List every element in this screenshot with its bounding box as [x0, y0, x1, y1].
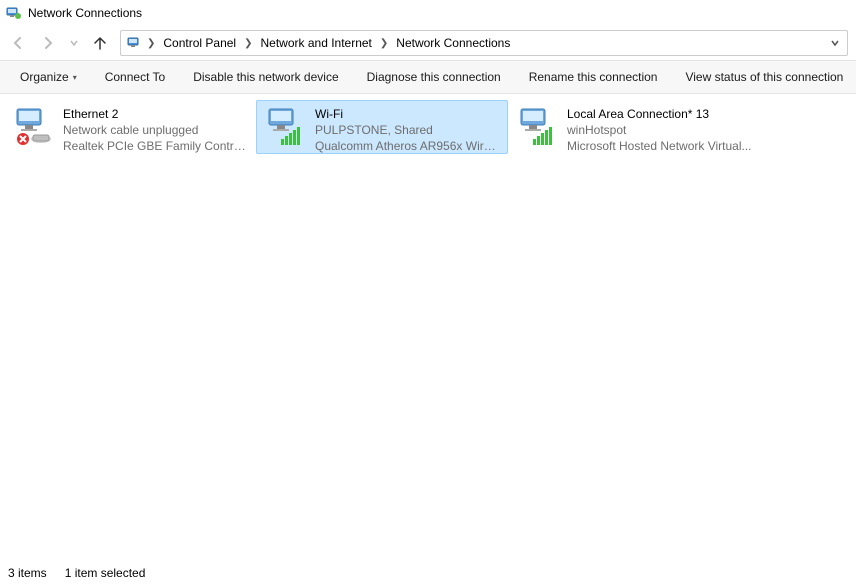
- wifi-connected-icon: [515, 105, 559, 149]
- window-title: Network Connections: [28, 6, 142, 20]
- chevron-right-icon[interactable]: ❯: [380, 38, 388, 49]
- connection-status: PULPSTONE, Shared: [315, 122, 501, 138]
- connection-status: Network cable unplugged: [63, 122, 249, 138]
- breadcrumb-item[interactable]: Network and Internet: [257, 34, 376, 52]
- rename-label: Rename this connection: [529, 70, 658, 84]
- connection-name: Local Area Connection* 13: [567, 106, 752, 122]
- diagnose-button[interactable]: Diagnose this connection: [353, 64, 515, 90]
- rename-button[interactable]: Rename this connection: [515, 64, 672, 90]
- chevron-down-icon: ▾: [73, 73, 77, 82]
- nav-row: ❯ Control Panel ❯ Network and Internet ❯…: [0, 26, 856, 60]
- app-icon: [6, 5, 22, 21]
- diagnose-label: Diagnose this connection: [367, 70, 501, 84]
- back-button[interactable]: [8, 33, 28, 53]
- connection-item[interactable]: Ethernet 2Network cable unpluggedRealtek…: [4, 100, 256, 154]
- chevron-right-icon[interactable]: ❯: [147, 38, 155, 49]
- connection-text: Local Area Connection* 13winHotspotMicro…: [567, 105, 752, 155]
- view-status-label: View status of this connection: [685, 70, 843, 84]
- forward-button[interactable]: [38, 33, 58, 53]
- connection-item[interactable]: Wi-FiPULPSTONE, SharedQualcomm Atheros A…: [256, 100, 508, 154]
- organize-label: Organize: [20, 70, 69, 84]
- status-bar: 3 items 1 item selected: [0, 561, 856, 585]
- item-count: 3 items: [8, 566, 47, 580]
- organize-button[interactable]: Organize ▾: [6, 64, 91, 90]
- title-bar: Network Connections: [0, 0, 856, 26]
- connection-device: Realtek PCIe GBE Family Controll...: [63, 138, 249, 154]
- disable-device-button[interactable]: Disable this network device: [179, 64, 352, 90]
- address-dropdown[interactable]: [829, 37, 841, 49]
- command-bar: Organize ▾ Connect To Disable this netwo…: [0, 60, 856, 94]
- connections-list: Ethernet 2Network cable unpluggedRealtek…: [0, 94, 856, 160]
- connection-name: Ethernet 2: [63, 106, 249, 122]
- wifi-connected-icon: [263, 105, 307, 149]
- connection-item[interactable]: Local Area Connection* 13winHotspotMicro…: [508, 100, 760, 154]
- ethernet-disconnected-icon: [11, 105, 55, 149]
- view-status-button[interactable]: View status of this connection: [671, 64, 856, 90]
- breadcrumb-item[interactable]: Network Connections: [392, 34, 514, 52]
- connect-to-button[interactable]: Connect To: [91, 64, 180, 90]
- connection-text: Ethernet 2Network cable unpluggedRealtek…: [63, 105, 249, 155]
- connection-name: Wi-Fi: [315, 106, 501, 122]
- connection-status: winHotspot: [567, 122, 752, 138]
- selection-count: 1 item selected: [65, 566, 146, 580]
- up-button[interactable]: [90, 33, 110, 53]
- connection-device: Qualcomm Atheros AR956x Wirel...: [315, 138, 501, 154]
- recent-dropdown[interactable]: [68, 33, 80, 53]
- connect-to-label: Connect To: [105, 70, 166, 84]
- chevron-right-icon[interactable]: ❯: [244, 38, 252, 49]
- connection-device: Microsoft Hosted Network Virtual...: [567, 138, 752, 154]
- address-icon: [127, 35, 143, 51]
- address-bar[interactable]: ❯ Control Panel ❯ Network and Internet ❯…: [120, 30, 848, 56]
- connection-text: Wi-FiPULPSTONE, SharedQualcomm Atheros A…: [315, 105, 501, 155]
- breadcrumb-item[interactable]: Control Panel: [159, 34, 240, 52]
- disable-label: Disable this network device: [193, 70, 338, 84]
